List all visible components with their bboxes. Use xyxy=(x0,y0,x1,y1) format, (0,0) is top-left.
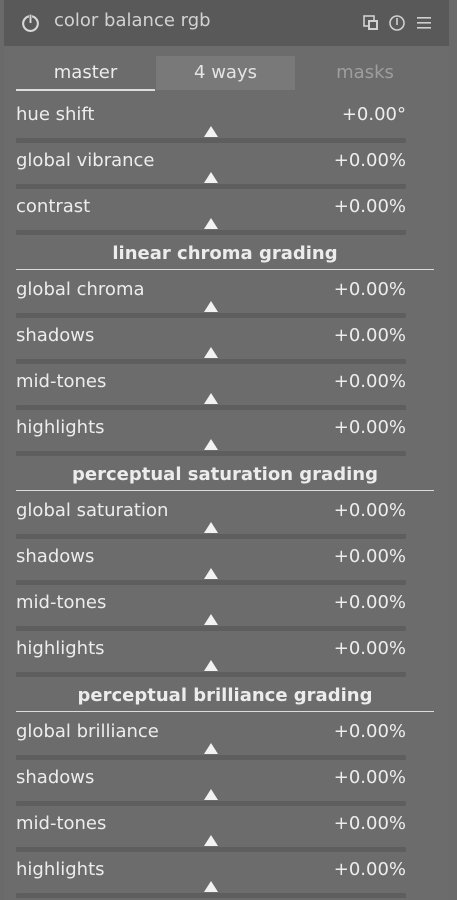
module-header[interactable]: color balance rgb xyxy=(4,0,449,47)
slider-label: global brilliance xyxy=(16,721,159,742)
chroma-shadows-slider[interactable]: shadows +0.00% xyxy=(16,325,406,371)
slider-value: +0.00% xyxy=(333,196,406,217)
saturation-midtones-slider[interactable]: mid-tones +0.00% xyxy=(16,592,406,638)
slider-track[interactable] xyxy=(16,534,406,539)
brilliance-midtones-slider[interactable]: mid-tones +0.00% xyxy=(16,813,406,859)
power-icon[interactable] xyxy=(20,12,41,33)
slider-label: global chroma xyxy=(16,279,145,300)
presets-icon[interactable] xyxy=(362,14,380,32)
global-saturation-slider[interactable]: global saturation +0.00% xyxy=(16,500,406,546)
slider-marker-icon[interactable] xyxy=(204,743,218,754)
slider-value: +0.00% xyxy=(333,371,406,392)
slider-track[interactable] xyxy=(16,580,406,585)
slider-marker-icon[interactable] xyxy=(204,568,218,579)
slider-track[interactable] xyxy=(16,138,406,143)
brilliance-highlights-slider[interactable]: highlights +0.00% xyxy=(16,859,406,900)
slider-label: highlights xyxy=(16,638,105,659)
section-linear-chroma-grading: linear chroma grading xyxy=(16,243,434,270)
global-chroma-slider[interactable]: global chroma +0.00% xyxy=(16,279,406,325)
reset-icon[interactable] xyxy=(388,14,406,32)
slider-marker-icon[interactable] xyxy=(204,789,218,800)
slider-label: shadows xyxy=(16,325,95,346)
section-perceptual-brilliance-grading: perceptual brilliance grading xyxy=(16,685,434,712)
slider-label: shadows xyxy=(16,546,95,567)
slider-marker-icon[interactable] xyxy=(204,347,218,358)
slider-label: highlights xyxy=(16,859,105,880)
slider-label: mid-tones xyxy=(16,813,107,834)
slider-marker-icon[interactable] xyxy=(204,614,218,625)
slider-label: hue shift xyxy=(16,104,95,125)
chroma-midtones-slider[interactable]: mid-tones +0.00% xyxy=(16,371,406,417)
slider-value: +0.00% xyxy=(333,546,406,567)
slider-label: contrast xyxy=(16,196,91,217)
brilliance-shadows-slider[interactable]: shadows +0.00% xyxy=(16,767,406,813)
slider-value: +0.00% xyxy=(333,638,406,659)
slider-label: global vibrance xyxy=(16,150,155,171)
slider-value: +0.00% xyxy=(333,592,406,613)
slider-track[interactable] xyxy=(16,184,406,189)
slider-marker-icon[interactable] xyxy=(204,439,218,450)
slider-marker-icon[interactable] xyxy=(204,218,218,229)
tab-master[interactable]: master xyxy=(16,56,155,91)
slider-track[interactable] xyxy=(16,847,406,852)
module-title: color balance rgb xyxy=(54,10,211,31)
menu-icon[interactable] xyxy=(415,14,433,32)
slider-value: +0.00% xyxy=(333,417,406,438)
slider-track[interactable] xyxy=(16,230,406,235)
slider-marker-icon[interactable] xyxy=(204,835,218,846)
slider-track[interactable] xyxy=(16,801,406,806)
slider-track[interactable] xyxy=(16,893,406,898)
slider-value: +0.00% xyxy=(333,500,406,521)
slider-marker-icon[interactable] xyxy=(204,126,218,137)
slider-value: +0.00% xyxy=(333,767,406,788)
slider-label: highlights xyxy=(16,417,105,438)
slider-marker-icon[interactable] xyxy=(204,881,218,892)
slider-label: mid-tones xyxy=(16,592,107,613)
slider-track[interactable] xyxy=(16,755,406,760)
section-perceptual-saturation-grading: perceptual saturation grading xyxy=(16,464,434,491)
saturation-highlights-slider[interactable]: highlights +0.00% xyxy=(16,638,406,684)
slider-label: shadows xyxy=(16,767,95,788)
saturation-shadows-slider[interactable]: shadows +0.00% xyxy=(16,546,406,592)
slider-track[interactable] xyxy=(16,626,406,631)
slider-value: +0.00% xyxy=(333,859,406,880)
slider-track[interactable] xyxy=(16,672,406,677)
slider-marker-icon[interactable] xyxy=(204,172,218,183)
slider-value: +0.00% xyxy=(333,325,406,346)
global-vibrance-slider[interactable]: global vibrance +0.00% xyxy=(16,150,406,196)
slider-track[interactable] xyxy=(16,451,406,456)
slider-label: global saturation xyxy=(16,500,169,521)
slider-value: +0.00% xyxy=(333,150,406,171)
slider-label: mid-tones xyxy=(16,371,107,392)
slider-value: +0.00° xyxy=(341,104,406,125)
slider-marker-icon[interactable] xyxy=(204,522,218,533)
tab-4-ways[interactable]: 4 ways xyxy=(156,56,295,90)
slider-marker-icon[interactable] xyxy=(204,660,218,671)
slider-track[interactable] xyxy=(16,313,406,318)
slider-track[interactable] xyxy=(16,405,406,410)
slider-value: +0.00% xyxy=(333,279,406,300)
slider-value: +0.00% xyxy=(333,813,406,834)
hue-shift-slider[interactable]: hue shift +0.00° xyxy=(16,104,406,150)
global-brilliance-slider[interactable]: global brilliance +0.00% xyxy=(16,721,406,767)
chroma-highlights-slider[interactable]: highlights +0.00% xyxy=(16,417,406,463)
tab-masks[interactable]: masks xyxy=(296,56,434,90)
slider-marker-icon[interactable] xyxy=(204,393,218,404)
slider-track[interactable] xyxy=(16,359,406,364)
contrast-slider[interactable]: contrast +0.00% xyxy=(16,196,406,242)
slider-value: +0.00% xyxy=(333,721,406,742)
slider-marker-icon[interactable] xyxy=(204,301,218,312)
